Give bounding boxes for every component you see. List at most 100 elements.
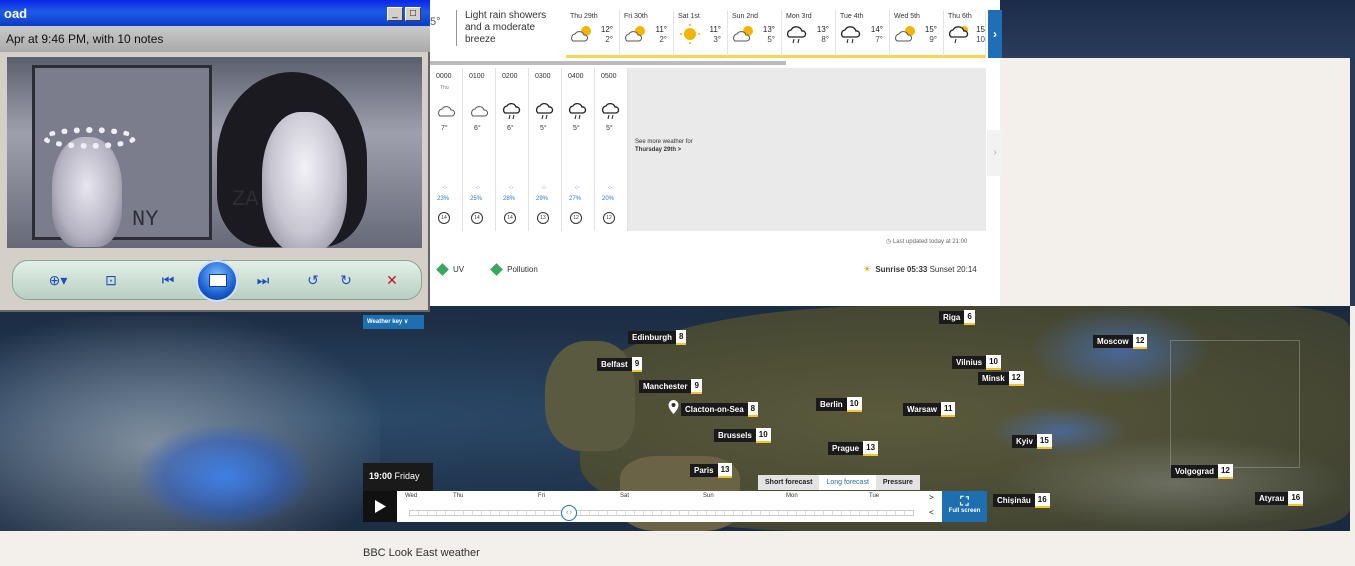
see-more-link[interactable]: Thursday 29th > [635,147,681,153]
city-name: Belfast [597,358,632,371]
maximize-button[interactable]: □ [405,7,421,21]
hour-column: 0200 6° ⁘ 28% 14 [496,68,529,231]
city-marker[interactable]: Moscow 12 [1093,334,1148,349]
hour-time: 0500 [601,73,617,80]
previous-image-icon[interactable]: ⏮ [155,269,181,291]
day-tab[interactable]: Wed 5th 15° 9° [890,10,944,58]
slideshow-button[interactable] [196,260,238,302]
uv-indicator[interactable]: UV [436,263,464,277]
pollution-badge-icon [490,263,503,277]
city-marker[interactable]: Clacton-on-Sea 8 [681,402,759,417]
timeline-day: Fri [538,493,545,499]
city-temp: 16 [1034,493,1050,508]
city-marker[interactable]: Prague 13 [828,441,879,456]
city-marker[interactable]: Atyrau 16 [1255,491,1304,506]
day-tab[interactable]: Sun 2nd 13° 5° [728,10,782,58]
map-right-strip [1350,58,1355,306]
rain-cloud-icon [786,26,807,44]
city-marker[interactable]: Manchester 9 [639,379,702,394]
day-tab[interactable]: Thu 29th 12° 2° [566,10,620,58]
photo-person-right [262,112,347,248]
timeline-slider[interactable]: Wed Thu Fri Sat Sun Mon Tue ‹ › > < [397,491,942,522]
rain-chance: 29% [536,196,549,202]
city-marker[interactable]: Brussels 10 [714,428,771,443]
tab-long-forecast[interactable]: Long forecast [819,475,876,490]
day-high: 13° [816,25,829,34]
rain-chance: 23% [437,196,450,202]
day-tab[interactable]: Thu 6th 15 10 [944,10,986,58]
timeline-track[interactable] [409,510,914,516]
day-low: 2° [605,35,613,44]
timeline-day: Sat [620,493,630,499]
rain-chance: 27% [569,196,582,202]
fullscreen-button[interactable]: ⛶ Full screen [942,491,987,522]
rotate-cw-icon[interactable]: ↻ [333,269,359,291]
day-tab[interactable]: Tue 4th 14° 7° [836,10,890,58]
tab-pressure[interactable]: Pressure [875,475,920,490]
rotate-ccw-icon[interactable]: ↺ [300,269,326,291]
minimize-button[interactable]: _ [387,7,403,21]
sunny-cloud-icon [733,26,753,42]
sunny-cloud-icon [625,26,645,42]
city-marker[interactable]: Riga 6 [939,310,975,325]
city-marker[interactable]: Paris 13 [690,463,733,478]
rain-cloud-icon [601,102,620,120]
map-top-strip [1000,0,1355,58]
weather-key-button[interactable]: Weather key ∨ [363,315,424,329]
day-tab[interactable]: Sat 1st 11° 3° [674,10,728,58]
play-button[interactable] [363,491,397,522]
next-days-button[interactable]: › [988,10,1002,58]
day-tab[interactable]: Mon 3rd 13° 8° [782,10,836,58]
city-marker[interactable]: Minsk 12 [978,371,1024,386]
city-temp: 12 [1132,334,1148,349]
city-marker[interactable]: Belfast 9 [597,357,643,372]
city-marker[interactable]: Warsaw 11 [903,402,956,417]
city-name: Edinburgh [628,331,676,344]
map-boundary [1170,340,1300,468]
hour-day: Thu [440,85,449,91]
city-name: Volgograd [1171,465,1218,478]
sunny-cloud-icon [571,26,591,42]
hourly-next-arrow[interactable]: › [987,130,1003,176]
city-name: Clacton-on-Sea [681,403,748,416]
city-marker[interactable]: Chișinău 16 [993,493,1050,508]
raindrop-icon: ⁘ [508,185,514,192]
city-temp: 13 [717,463,733,478]
city-marker[interactable]: Edinburgh 8 [628,330,687,345]
actual-size-icon[interactable]: ⊡ [98,269,124,291]
sunset: Sunset 20:14 [929,265,977,274]
raindrop-icon: ⁘ [574,185,580,192]
wind-speed: 14 [438,212,450,224]
sun-times: ☀ Sunrise 05:33 Sunset 20:14 [863,264,977,275]
day-label: Sun 2nd [732,13,759,20]
see-more-weather[interactable]: See more weather for Thursday 29th > [628,68,986,231]
day-high: 15° [924,25,937,34]
next-image-icon[interactable]: ⏭ [250,269,276,291]
city-marker[interactable]: Vilnius 10 [952,355,1001,370]
timeline-prev-button[interactable]: < [929,508,934,517]
wind-speed: 14 [504,212,516,224]
day-low: 7° [875,35,883,44]
rain-chance: 28% [503,196,516,202]
pollution-indicator[interactable]: Pollution [490,263,538,277]
tab-short-forecast[interactable]: Short forecast [758,475,820,490]
map-rain [140,426,310,526]
day-tab[interactable]: Fri 30th 11° 2° [620,10,674,58]
day-low: 5° [767,35,775,44]
window-titlebar[interactable]: oad [0,0,430,26]
city-temp: 10 [846,397,862,412]
city-name: Berlin [816,398,847,411]
city-marker[interactable]: Volgograd 12 [1171,464,1233,479]
raindrop-icon: ⁘ [541,185,547,192]
rain-chance: 20% [602,196,615,202]
day-low: 9° [929,35,937,44]
city-name: Minsk [978,372,1009,385]
delete-icon[interactable]: ✕ [379,269,405,291]
city-marker[interactable]: Berlin 10 [816,397,862,412]
hourly-scrollbar[interactable] [430,61,786,65]
hour-time: 0400 [568,73,584,80]
city-marker[interactable]: Kyiv 15 [1012,434,1052,449]
timeline-next-button[interactable]: > [929,493,934,502]
timeline-handle[interactable]: ‹ › [561,505,577,521]
zoom-icon[interactable]: ⊕▾ [41,269,75,291]
